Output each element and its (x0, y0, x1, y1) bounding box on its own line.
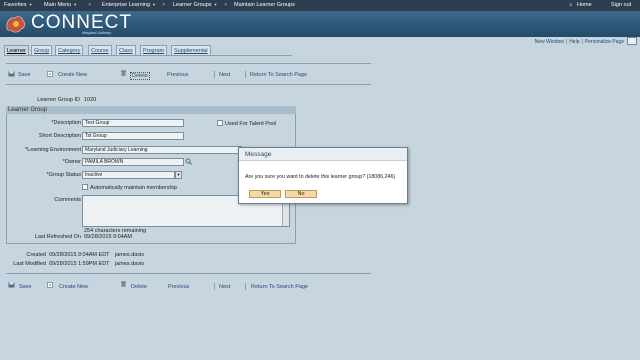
section-title: Learner Group (6, 106, 296, 114)
breadcrumb-enterprise-learning[interactable]: Enterprise Learning ▼ (102, 2, 156, 8)
divider (6, 84, 371, 85)
created-by-value: james.davis (115, 252, 145, 258)
previous-button[interactable]: Previous (167, 72, 188, 78)
divider: | (565, 39, 568, 45)
breadcrumb-maintain-learner-groups[interactable]: Maintain Learner Groups (234, 2, 295, 8)
auto-maintain-label: Automatically maintain membership (90, 185, 177, 191)
create-new-icon[interactable] (47, 71, 54, 77)
breadcrumb-label: Learner Groups (173, 2, 212, 8)
save-button[interactable]: Save (18, 72, 31, 78)
learning-environment-field[interactable]: Maryland Judiciary Learning (82, 146, 242, 154)
next-button[interactable]: Next (219, 284, 230, 290)
divider (6, 63, 371, 64)
trash-icon[interactable] (120, 281, 127, 287)
yes-button[interactable]: Yes (249, 190, 281, 198)
create-new-button[interactable]: Create New (59, 284, 88, 290)
last-modified-label: Last Modified (13, 261, 46, 267)
divider (214, 283, 215, 290)
short-description-field[interactable]: Tst Group (82, 132, 184, 140)
new-window-link[interactable]: New Window (535, 39, 564, 45)
no-button[interactable]: No (285, 190, 317, 198)
tab-course[interactable]: Course (88, 45, 112, 55)
maryland-logo-icon (6, 16, 26, 33)
save-icon[interactable] (8, 282, 15, 288)
chevron-down-icon[interactable]: ▼ (175, 171, 182, 179)
created-value: 09/28/2015 9:04AM EDT (49, 252, 110, 258)
previous-button[interactable]: Previous (168, 284, 189, 290)
personalize-page-link[interactable]: Personalize Page (585, 39, 624, 45)
delete-button[interactable]: Delete (130, 72, 150, 80)
save-icon[interactable] (8, 71, 15, 77)
tab-supplemental[interactable]: Supplemental (171, 45, 211, 55)
brand-subtitle: Maryland Judiciary (82, 31, 112, 35)
talent-pool-label: Used For Talent Pool (225, 121, 277, 127)
group-status-label: *Group Status (46, 172, 81, 178)
tab-learner[interactable]: Learner (4, 45, 29, 55)
divider (6, 273, 371, 274)
breadcrumb-separator: > (88, 2, 92, 8)
save-button[interactable]: Save (19, 284, 32, 290)
tab-divider (4, 55, 292, 56)
home-icon[interactable]: ⌂ (569, 2, 572, 8)
create-new-icon[interactable] (47, 282, 54, 288)
owner-label: *Owner (62, 159, 81, 165)
chevron-down-icon: ▼ (213, 2, 218, 7)
home-link[interactable]: Home (577, 2, 592, 8)
last-refreshed-label: Last Refreshed On (34, 234, 81, 240)
chevron-down-icon: ▼ (28, 2, 33, 7)
tab-program[interactable]: Program (140, 45, 168, 55)
breadcrumb-label: Enterprise Learning (102, 2, 151, 8)
divider: | (581, 39, 583, 45)
learner-group-id-label: Learner Group ID (37, 97, 80, 103)
top-nav-bar: Favorites ▼ Main Menu ▼ > Enterprise Learn… (0, 0, 640, 11)
description-label: *Description (51, 120, 81, 126)
main-menu[interactable]: Main Menu ▼ (44, 2, 77, 8)
last-refreshed-value: 09/28/2015 9:04AM (84, 234, 133, 240)
comments-label: Comments (54, 197, 81, 203)
tab-group[interactable]: Group (31, 45, 53, 55)
help-link[interactable]: Help (569, 39, 579, 45)
trash-icon[interactable] (120, 70, 127, 76)
learner-group-id-value: 1020 (84, 97, 97, 103)
delete-button[interactable]: Delete (131, 284, 147, 290)
chevron-down-icon: ▼ (152, 2, 156, 7)
talent-pool-checkbox[interactable] (217, 120, 223, 126)
created-label: Created (26, 252, 46, 258)
confirm-delete-dialog: Message Are you sure you want to delete … (238, 147, 408, 204)
lookup-icon[interactable] (185, 158, 192, 165)
next-button[interactable]: Next (219, 72, 230, 78)
chevron-down-icon: ▼ (73, 2, 78, 7)
breadcrumb-learner-groups[interactable]: Learner Groups ▼ (173, 2, 218, 8)
favorites-menu[interactable]: Favorites ▼ (4, 2, 33, 8)
return-to-search-button[interactable]: Return To Search Page (251, 284, 308, 290)
breadcrumb-separator: > (162, 2, 166, 8)
breadcrumb-separator: > (224, 2, 228, 8)
dialog-message: Are you sure you want to delete this lea… (245, 174, 396, 180)
divider (245, 71, 246, 78)
divider (214, 71, 215, 78)
auto-maintain-checkbox[interactable] (82, 184, 88, 190)
learning-environment-label: *Learning Environment (25, 147, 81, 153)
tab-class[interactable]: Class (116, 45, 136, 55)
page-links: New Window | Help | Personalize Page (535, 39, 624, 45)
return-to-search-button[interactable]: Return To Search Page (250, 72, 307, 78)
create-new-button[interactable]: Create New (58, 72, 87, 78)
main-menu-label: Main Menu (44, 2, 72, 8)
description-field[interactable]: Test Group (82, 119, 184, 127)
modified-by-value: james.davis (115, 261, 145, 267)
divider (245, 283, 246, 290)
short-description-label: Short Description (38, 133, 81, 139)
owner-field[interactable]: PAMILA BROWN (82, 158, 184, 166)
favorites-label: Favorites (4, 2, 27, 8)
page-grid-icon[interactable] (627, 37, 637, 45)
signout-link[interactable]: Sign out (611, 2, 631, 8)
tab-category[interactable]: Category (55, 45, 84, 55)
last-modified-value: 09/28/2015 1:59PM EDT (49, 261, 110, 267)
dialog-title: Message (239, 148, 407, 161)
group-status-select[interactable]: Inactive (82, 171, 175, 179)
